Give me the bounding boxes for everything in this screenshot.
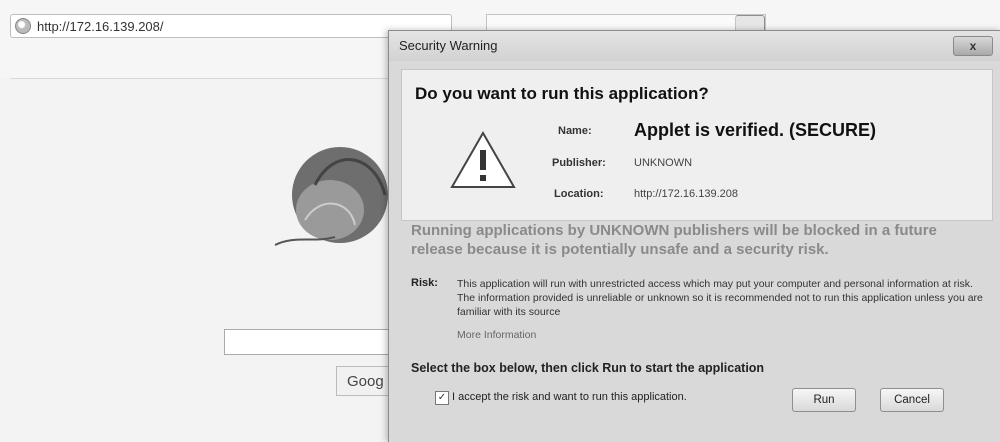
dialog-question: Do you want to run this application? [415,84,709,103]
globe-icon [15,18,31,34]
toolbar-divider [10,78,400,79]
accept-risk-checkbox[interactable]: ✓ [435,391,449,405]
name-label: Name: [558,125,592,137]
run-button[interactable]: Run [792,388,856,412]
blocking-notice: Running applications by UNKNOWN publishe… [411,222,937,258]
select-instruction: Select the box below, then click Run to … [411,361,765,375]
address-url: http://172.16.139.208/ [37,18,164,34]
name-value: Applet is verified. (SECURE) [634,120,877,140]
close-label: x [969,39,977,53]
cancel-button[interactable]: Cancel [880,388,944,412]
dialog-title: Security Warning [399,38,498,53]
dialog-titlebar[interactable]: Security Warning x [389,31,1000,61]
warning-icon [450,130,516,188]
location-label: Location: [554,188,604,200]
close-icon[interactable]: x [953,36,993,56]
page-search-button[interactable]: Goog [336,366,394,396]
info-panel: Do you want to run this application? Nam… [401,69,993,221]
risk-description: This application will run with unrestric… [457,278,983,318]
risk-label: Risk: [411,277,438,289]
publisher-value: UNKNOWN [634,157,693,169]
location-value: http://172.16.139.208 [634,188,738,200]
accept-risk-label[interactable]: I accept the risk and want to run this a… [452,391,687,403]
address-bar[interactable]: http://172.16.139.208/ [10,14,452,38]
page-search-input[interactable] [224,329,391,355]
checkbox-check-icon: ✓ [437,392,447,403]
publisher-label: Publisher: [552,157,606,169]
more-information-link[interactable]: More Information [457,329,536,341]
security-warning-dialog: Security Warning x Do you want to run th… [388,30,1000,442]
